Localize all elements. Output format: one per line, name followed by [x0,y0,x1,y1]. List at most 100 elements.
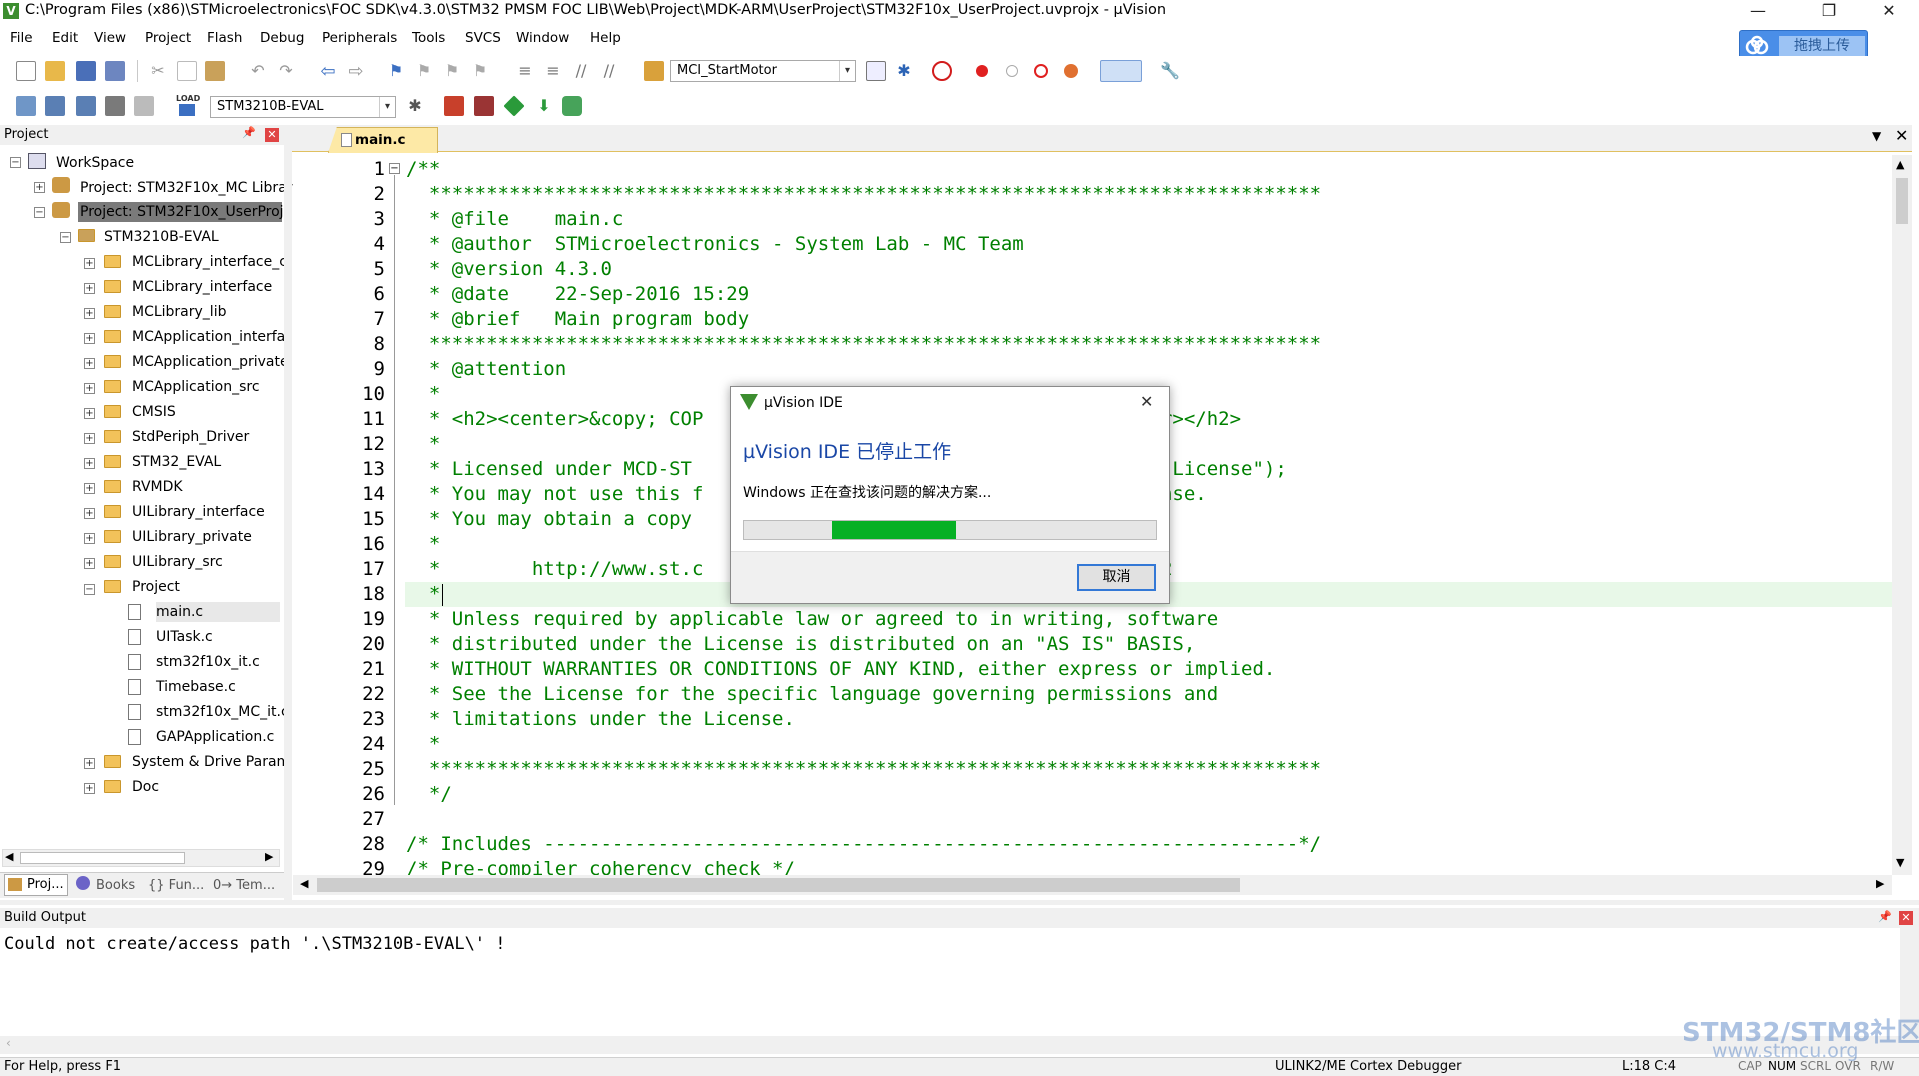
expand-icon[interactable]: + [84,283,95,294]
restore-button[interactable]: ❐ [1806,0,1852,24]
tree-target[interactable]: STM3210B-EVAL [104,227,219,247]
new-file-icon[interactable] [16,61,36,81]
build-icon[interactable] [45,96,65,116]
load-icon[interactable]: LOAD [176,94,200,118]
target-combo[interactable]: STM3210B-EVAL ▾ [210,96,396,118]
menu-svcs[interactable]: SVCS [465,30,501,46]
pin-icon[interactable]: 📌 [1878,910,1892,923]
tree-file[interactable]: GAPApplication.c [156,727,280,747]
expand-icon[interactable]: + [84,383,95,394]
scroll-right-icon[interactable]: ▶ [1876,877,1884,890]
save-icon[interactable] [76,61,96,81]
tree-project-mclibrary[interactable]: Project: STM32F10x_MC Librar [80,178,293,198]
tab-books[interactable]: Books [96,878,135,893]
tree-group[interactable]: MCLibrary_interface_cl [132,252,291,272]
tree-group[interactable]: MCLibrary_lib [132,302,226,322]
fold-toggle-icon[interactable]: − [389,163,400,174]
debug-session-icon[interactable] [932,61,952,81]
comment-icon[interactable]: // [571,61,591,81]
tree-file[interactable]: Timebase.c [156,677,280,697]
tree-file[interactable]: main.c [156,602,280,622]
expand-icon[interactable]: + [84,308,95,319]
expand-icon[interactable]: + [84,508,95,519]
window-layout-icon[interactable] [1100,60,1142,82]
scroll-up-icon[interactable]: ▲ [1896,158,1904,171]
tab-functions[interactable]: {} Fun... [148,878,204,893]
rebuild-icon[interactable] [76,96,96,116]
tree-group[interactable]: CMSIS [132,402,176,422]
stop-build-icon[interactable] [134,96,154,116]
tree-group[interactable]: MCApplication_private [132,352,289,372]
manage-components-icon[interactable] [474,96,494,116]
clear-bookmarks-icon[interactable]: ⚑ [470,61,490,81]
minimize-button[interactable]: — [1735,0,1781,24]
tree-group[interactable]: MCApplication_interfa [132,327,285,347]
menu-tools[interactable]: Tools [412,30,445,46]
paste-icon[interactable] [205,61,225,81]
target-options-icon[interactable]: ✱ [405,96,425,116]
enable-breakpoint-icon[interactable] [1006,65,1018,77]
unindent-icon[interactable]: ≡ [543,61,563,81]
tree-group-project[interactable]: Project [132,577,180,597]
batch-build-icon[interactable] [105,96,125,116]
build-hscrollbar[interactable] [0,1036,1919,1054]
breakpoint-icon[interactable] [976,65,988,77]
close-build-output-icon[interactable]: ✕ [1899,911,1913,925]
expand-icon[interactable]: + [84,358,95,369]
cut-icon[interactable]: ✂ [148,61,168,81]
expand-icon[interactable]: + [34,182,45,193]
tree-file[interactable]: stm32f10x_MC_it.c [156,702,289,722]
collapse-icon[interactable]: − [10,157,21,168]
panel-splitter[interactable] [284,125,292,903]
expand-icon[interactable]: + [84,458,95,469]
scroll-left-icon[interactable]: ‹ [6,1036,11,1050]
menu-file[interactable]: File [10,30,33,46]
translate-icon[interactable] [16,96,36,116]
save-all-icon[interactable] [105,61,125,81]
tab-templates[interactable]: 0→ Tem... [213,878,275,893]
expand-icon[interactable]: + [84,783,95,794]
collapse-icon[interactable]: − [34,207,45,218]
find-icon[interactable] [866,61,886,81]
tab-list-icon[interactable]: ▼ [1872,129,1881,143]
editor-vscroll-thumb[interactable] [1896,178,1908,224]
scroll-left-icon[interactable]: ◀ [5,850,13,863]
menu-flash[interactable]: Flash [207,30,242,46]
expand-icon[interactable]: + [84,433,95,444]
tree-group[interactable]: STM32_EVAL [132,452,221,472]
nav-forward-icon[interactable]: ⇨ [346,61,366,82]
close-editor-icon[interactable]: ✕ [1895,126,1908,145]
chevron-down-icon[interactable]: ▾ [379,97,395,117]
scroll-down-icon[interactable]: ▼ [1896,856,1904,869]
tree-group[interactable]: RVMDK [132,477,183,497]
expand-icon[interactable]: + [84,408,95,419]
indent-icon[interactable]: ≡ [515,61,535,81]
pin-icon[interactable]: 📌 [242,126,256,139]
configure-icon[interactable]: 🔧 [1160,61,1180,81]
redo-icon[interactable]: ↷ [276,61,296,81]
tree-group[interactable]: System & Drive Param [132,752,290,772]
kill-breakpoints-icon[interactable] [1064,64,1078,78]
tree-file[interactable]: stm32f10x_it.c [156,652,280,672]
expand-icon[interactable]: + [84,758,95,769]
copy-icon[interactable] [177,61,197,81]
next-bookmark-icon[interactable]: ⚑ [442,61,462,81]
editor-vscrollbar[interactable] [1892,155,1912,875]
dialog-close-icon[interactable]: ✕ [1140,392,1153,411]
tree-group[interactable]: MCApplication_src [132,377,260,397]
tree-scroll-thumb[interactable] [20,852,185,864]
collapse-icon[interactable]: − [60,232,71,243]
expand-icon[interactable]: + [84,533,95,544]
expand-icon[interactable]: + [84,483,95,494]
scroll-right-icon[interactable]: ▶ [265,850,273,863]
pack-installer-icon[interactable]: ⬇ [534,96,554,116]
scroll-left-icon[interactable]: ◀ [300,877,308,890]
disable-breakpoints-icon[interactable] [1034,64,1048,78]
close-window-button[interactable]: ✕ [1866,0,1912,24]
expand-icon[interactable]: + [84,258,95,269]
undo-icon[interactable]: ↶ [248,61,268,81]
function-combo[interactable]: MCI_StartMotor ▾ [670,60,856,82]
menu-project[interactable]: Project [145,30,191,46]
run-time-env-icon[interactable] [562,96,582,116]
horizontal-splitter[interactable] [0,900,1919,905]
